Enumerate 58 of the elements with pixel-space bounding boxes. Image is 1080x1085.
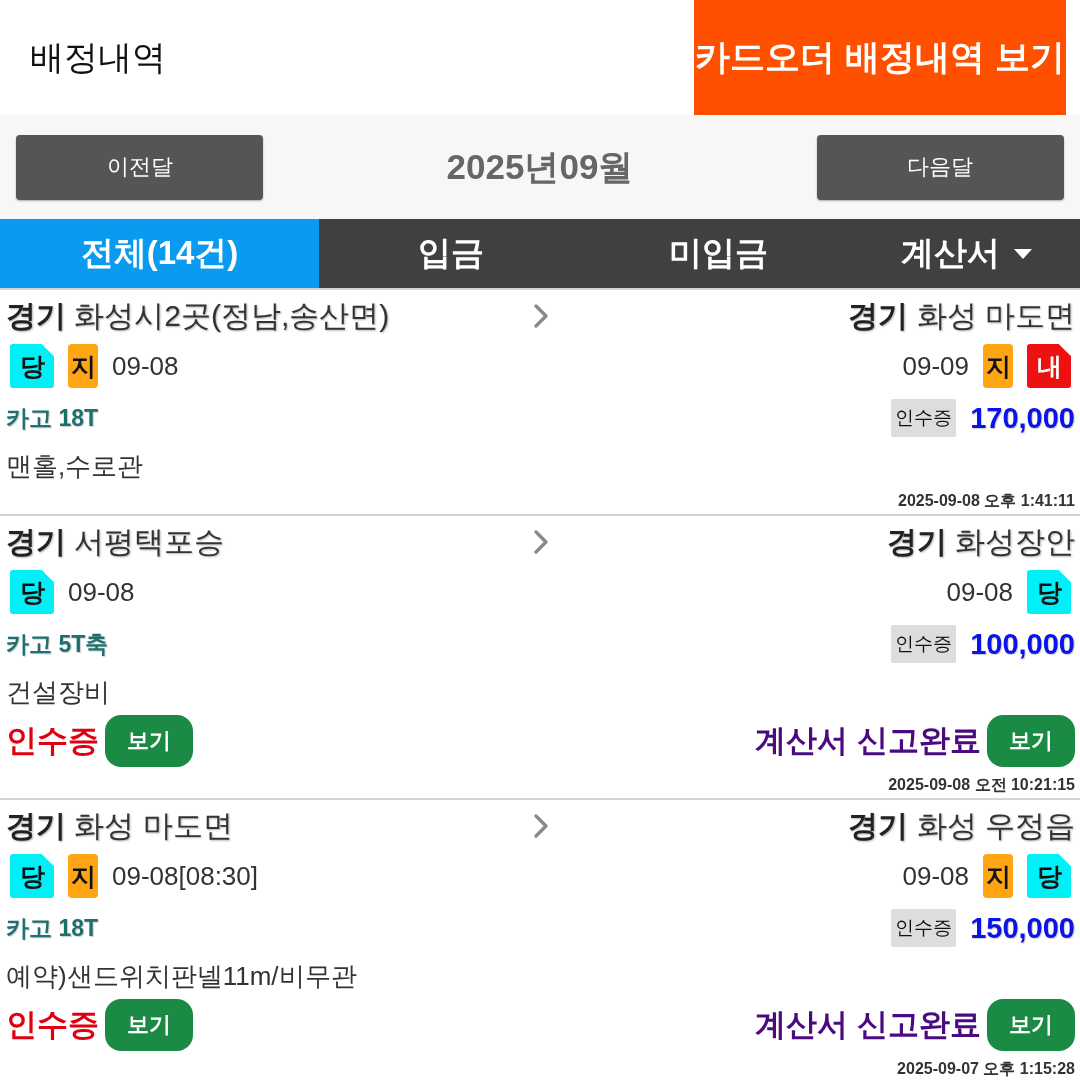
status-badge: 지 (68, 854, 98, 898)
receipt-status: 인수증 (6, 722, 99, 760)
cargo-memo: 건설장비 (6, 675, 110, 709)
destination-label: 경기 화성 우정읍 (848, 807, 1075, 844)
delivery-date: 09-08 (946, 576, 1013, 608)
tab[interactable]: 입금 (319, 219, 583, 288)
next-month-button[interactable]: 다음달 (817, 134, 1064, 200)
receipt-tag: 인수증 (891, 625, 957, 663)
receipt-status: 인수증 (6, 1006, 99, 1044)
tab[interactable]: 계산서 (853, 219, 1080, 288)
vehicle-type: 카고 18T (6, 913, 99, 943)
origin-label: 경기 화성시2곳(정남,송산면) (6, 297, 390, 334)
chevron-icon (533, 530, 548, 554)
assigned-time: 2025-09-07 오후 1:15:28 (897, 1059, 1075, 1079)
previous-month-button[interactable]: 이전달 (16, 134, 263, 200)
fare-amount: 170,000 (970, 401, 1075, 435)
page-title: 배정내역 (30, 36, 166, 78)
chevron-icon (533, 814, 548, 838)
view-receipt-button[interactable]: 보기 (105, 999, 193, 1051)
month-label: 2025년09월 (446, 145, 634, 188)
origin-label: 경기 서평택포승 (6, 523, 225, 560)
destination-label: 경기 화성장안 (886, 523, 1075, 560)
pickup-date: 09-08 (112, 350, 179, 382)
view-invoice-button[interactable]: 보기 (987, 715, 1075, 767)
chevron-icon (533, 304, 548, 328)
cargo-memo: 맨홀,수로관 (6, 449, 144, 483)
pickup-date: 09-08[08:30] (112, 860, 258, 892)
view-receipt-button[interactable]: 보기 (105, 715, 193, 767)
delivery-date: 09-09 (902, 350, 969, 382)
fare-amount: 150,000 (970, 911, 1075, 945)
receipt-tag: 인수증 (891, 399, 957, 437)
status-badge: 당 (1027, 854, 1071, 898)
vehicle-type: 카고 18T (6, 403, 99, 433)
view-invoice-button[interactable]: 보기 (987, 999, 1075, 1051)
status-badge: 당 (1027, 570, 1071, 614)
cargo-memo: 예약)샌드위치판넬11m/비무관 (6, 959, 357, 993)
status-badge: 내 (1027, 344, 1071, 388)
vehicle-type: 카고 5T축 (6, 629, 109, 659)
assigned-time: 2025-09-08 오후 1:41:11 (898, 491, 1075, 511)
invoice-status: 계산서 신고완료 (755, 722, 981, 760)
status-badge: 지 (983, 854, 1013, 898)
invoice-status: 계산서 신고완료 (755, 1006, 981, 1044)
tab[interactable]: 미입금 (583, 219, 853, 288)
pickup-date: 09-08 (68, 576, 135, 608)
tab[interactable]: 전체(14건) (0, 219, 319, 288)
destination-label: 경기 화성 마도면 (848, 297, 1075, 334)
status-badge: 당 (10, 570, 54, 614)
caret-icon (1014, 248, 1032, 259)
delivery-date: 09-08 (902, 860, 969, 892)
receipt-tag: 인수증 (891, 909, 957, 947)
status-badge: 당 (10, 344, 54, 388)
status-badge: 당 (10, 854, 54, 898)
status-badge: 지 (68, 344, 98, 388)
card-order-button[interactable]: 카드오더 배정내역 보기 (694, 0, 1066, 115)
origin-label: 경기 화성 마도면 (6, 807, 233, 844)
status-badge: 지 (983, 344, 1013, 388)
fare-amount: 100,000 (970, 627, 1075, 661)
assigned-time: 2025-09-08 오전 10:21:15 (888, 775, 1075, 795)
